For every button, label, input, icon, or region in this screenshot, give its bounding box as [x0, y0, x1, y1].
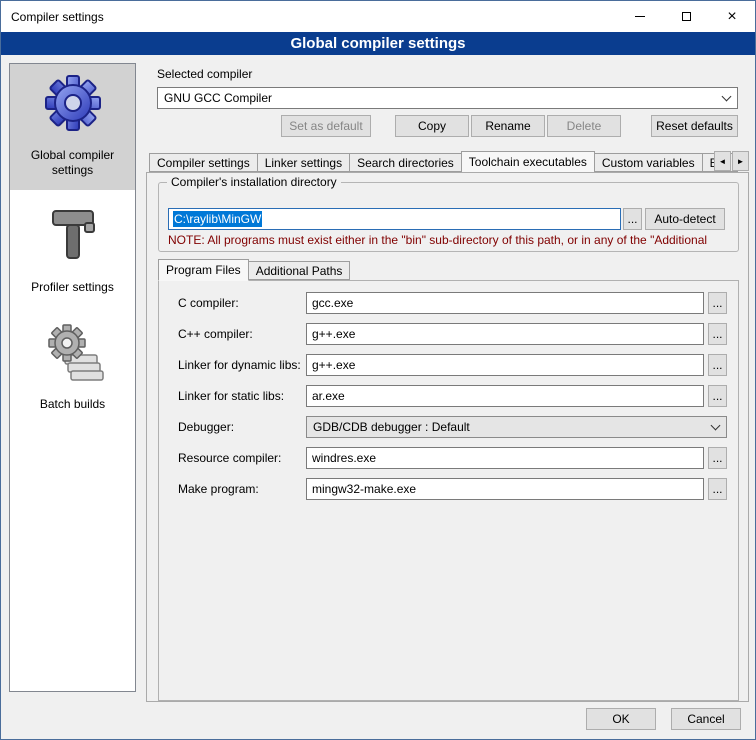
close-button[interactable]: × — [709, 1, 755, 32]
sidebar-item-label: Profiler settings — [31, 280, 114, 295]
compiler-settings-window: Compiler settings × Global compiler sett… — [0, 0, 756, 740]
browse-directory-button[interactable]: ... — [623, 208, 642, 230]
browse-cpp-compiler-button[interactable]: ... — [708, 323, 727, 345]
gear-blue-icon — [41, 70, 105, 134]
static-linker-row: Linker for static libs: ... — [159, 385, 738, 407]
browse-dynamic-linker-button[interactable]: ... — [708, 354, 727, 376]
sidebar-item-global-compiler-settings[interactable]: Global compiler settings — [10, 64, 135, 190]
static-linker-label: Linker for static libs: — [178, 385, 284, 407]
make-program-input[interactable] — [306, 478, 704, 500]
page-title: Global compiler settings — [1, 32, 755, 55]
tab-custom-variables[interactable]: Custom variables — [594, 153, 703, 172]
settings-tabbar: Compiler settings Linker settings Search… — [149, 151, 749, 172]
cpp-compiler-input[interactable] — [306, 323, 704, 345]
delete-button: Delete — [547, 115, 621, 137]
chevron-down-icon — [717, 89, 736, 107]
note-text: NOTE: All programs must exist either in … — [168, 233, 731, 247]
tab-scroll-arrows: ◄ ► — [713, 151, 749, 171]
browse-c-compiler-button[interactable]: ... — [708, 292, 727, 314]
debugger-row: Debugger: GDB/CDB debugger : Default — [159, 416, 738, 438]
browse-resource-compiler-button[interactable]: ... — [708, 447, 727, 469]
tab-compiler-settings[interactable]: Compiler settings — [149, 153, 258, 172]
c-compiler-label: C compiler: — [178, 292, 239, 314]
debugger-dropdown[interactable]: GDB/CDB debugger : Default — [306, 416, 727, 438]
resource-compiler-label: Resource compiler: — [178, 447, 281, 469]
browse-static-linker-button[interactable]: ... — [708, 385, 727, 407]
tab-scroll-right-icon[interactable]: ► — [732, 151, 749, 171]
profiler-tool-icon — [41, 202, 105, 266]
tab-search-directories[interactable]: Search directories — [349, 153, 462, 172]
debugger-label: Debugger: — [178, 416, 234, 438]
tab-additional-paths[interactable]: Additional Paths — [248, 261, 351, 280]
browse-make-program-button[interactable]: ... — [708, 478, 727, 500]
reset-defaults-button[interactable]: Reset defaults — [651, 115, 738, 137]
maximize-icon — [682, 12, 691, 21]
c-compiler-row: C compiler: ... — [159, 292, 738, 314]
selected-compiler-value: GNU GCC Compiler — [164, 91, 272, 105]
program-files-tabbar: Program Files Additional Paths — [158, 259, 737, 280]
cancel-button[interactable]: Cancel — [671, 708, 741, 730]
compiler-buttons-row: Set as default Copy Rename Delete Reset … — [157, 115, 738, 137]
static-linker-input[interactable] — [306, 385, 704, 407]
program-files-panel: C compiler: ... C++ compiler: ... Linker… — [158, 280, 739, 701]
make-program-label: Make program: — [178, 478, 259, 500]
cpp-compiler-label: C++ compiler: — [178, 323, 253, 345]
copy-button[interactable]: Copy — [395, 115, 469, 137]
minimize-icon — [635, 16, 645, 17]
gear-gray-stack-icon — [41, 319, 105, 383]
titlebar: Compiler settings × — [1, 1, 755, 32]
tab-scroll-left-icon[interactable]: ◄ — [714, 151, 731, 171]
sidebar-item-batch-builds[interactable]: Batch builds — [10, 313, 135, 424]
dynamic-linker-row: Linker for dynamic libs: ... — [159, 354, 738, 376]
rename-button[interactable]: Rename — [471, 115, 545, 137]
sidebar-item-profiler-settings[interactable]: Profiler settings — [10, 196, 135, 307]
installation-directory-groupbox: Compiler's installation directory C:\ray… — [158, 182, 739, 252]
auto-detect-button[interactable]: Auto-detect — [645, 208, 725, 230]
ok-button[interactable]: OK — [586, 708, 656, 730]
close-icon: × — [727, 9, 736, 25]
selected-compiler-label: Selected compiler — [157, 67, 252, 81]
debugger-value: GDB/CDB debugger : Default — [313, 420, 470, 434]
resource-compiler-row: Resource compiler: ... — [159, 447, 738, 469]
tab-linker-settings[interactable]: Linker settings — [257, 153, 350, 172]
cpp-compiler-row: C++ compiler: ... — [159, 323, 738, 345]
window-title: Compiler settings — [1, 10, 104, 24]
set-as-default-button: Set as default — [281, 115, 371, 137]
dialog-footer: OK Cancel — [586, 708, 741, 730]
installation-directory-row: C:\raylib\MinGW ... Auto-detect — [159, 208, 738, 230]
tab-program-files[interactable]: Program Files — [158, 259, 249, 281]
dynamic-linker-input[interactable] — [306, 354, 704, 376]
make-program-row: Make program: ... — [159, 478, 738, 500]
c-compiler-input[interactable] — [306, 292, 704, 314]
resource-compiler-input[interactable] — [306, 447, 704, 469]
window-controls: × — [617, 1, 755, 32]
main-area: Selected compiler GNU GCC Compiler Set a… — [146, 61, 749, 702]
minimize-button[interactable] — [617, 1, 663, 32]
installation-directory-value: C:\raylib\MinGW — [173, 211, 262, 227]
sidebar-item-label: Global compiler settings — [12, 148, 133, 178]
chevron-down-icon — [706, 418, 725, 436]
selected-compiler-dropdown[interactable]: GNU GCC Compiler — [157, 87, 738, 109]
category-sidebar: Global compiler settings Profiler settin… — [9, 63, 136, 692]
installation-directory-input[interactable]: C:\raylib\MinGW — [168, 208, 621, 230]
dynamic-linker-label: Linker for dynamic libs: — [178, 354, 301, 376]
sidebar-item-label: Batch builds — [40, 397, 105, 412]
maximize-button[interactable] — [663, 1, 709, 32]
tab-toolchain-executables[interactable]: Toolchain executables — [461, 151, 595, 172]
toolchain-executables-panel: Compiler's installation directory C:\ray… — [146, 172, 749, 702]
installation-directory-legend: Compiler's installation directory — [167, 175, 341, 189]
